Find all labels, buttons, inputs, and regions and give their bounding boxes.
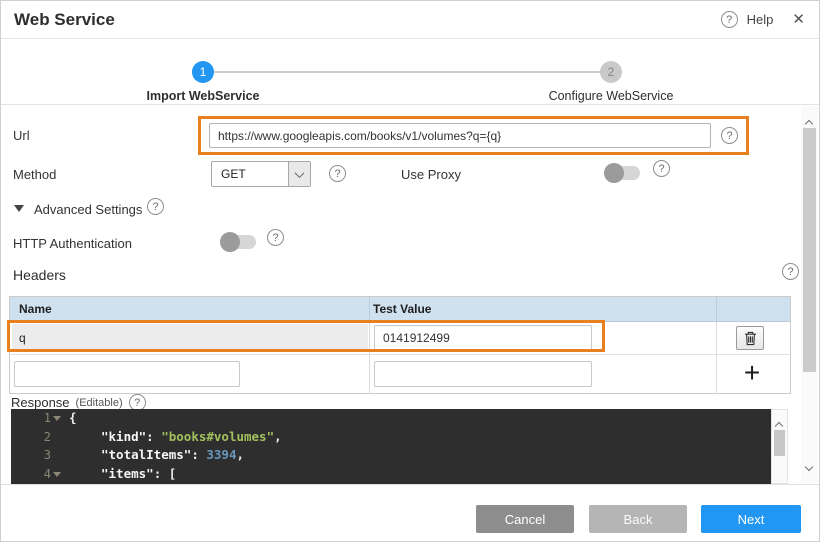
step-1-circle: 1 (192, 61, 214, 83)
http-auth-toggle[interactable] (220, 232, 256, 252)
dialog-content: Url Method GET Use Proxy Advanced Settin… (1, 105, 819, 484)
headers-help-icon[interactable] (782, 263, 799, 280)
scroll-up-icon[interactable] (805, 120, 813, 128)
step-2-circle: 2 (600, 61, 622, 83)
add-header-button[interactable] (738, 357, 766, 389)
table-header-row: Name Test Value (10, 297, 790, 322)
scroll-up-icon[interactable] (775, 422, 783, 430)
column-header-name: Name (19, 302, 52, 316)
editor-scrollbar[interactable] (771, 409, 788, 484)
step-2-label: Configure WebService (511, 89, 711, 103)
column-header-test-value: Test Value (373, 302, 431, 316)
next-button[interactable]: Next (701, 505, 801, 533)
new-header-name-input[interactable] (14, 361, 240, 387)
response-code-editor[interactable]: 1 { 2 "kind": "books#volumes", 3 "totalI… (11, 409, 771, 484)
web-service-dialog: Web Service Help 1 Import WebService 2 C… (0, 0, 820, 542)
code-line: 2 "kind": "books#volumes", (11, 428, 771, 447)
step-configure-webservice[interactable]: 2 Configure WebService (511, 61, 711, 103)
editor-scrollbar-thumb[interactable] (774, 430, 785, 456)
header-name-value[interactable]: q (12, 324, 368, 352)
url-highlight-box (198, 116, 749, 155)
method-select[interactable]: GET (211, 161, 311, 187)
url-input[interactable] (209, 123, 711, 148)
advanced-settings-label[interactable]: Advanced Settings (34, 202, 142, 217)
method-help-icon[interactable] (329, 165, 346, 182)
advanced-settings-help-icon[interactable] (147, 198, 164, 215)
help-link[interactable]: Help (747, 12, 774, 27)
new-header-test-value-input[interactable] (374, 361, 592, 387)
headers-table: Name Test Value q (9, 296, 791, 394)
response-editable-badge: (Editable) (76, 397, 123, 409)
dialog-footer: Cancel Back Next (1, 484, 819, 542)
new-header-row (10, 355, 790, 394)
dialog-scrollbar[interactable] (801, 106, 818, 483)
scroll-down-icon[interactable] (805, 463, 813, 471)
step-import-webservice[interactable]: 1 Import WebService (103, 61, 303, 103)
help-icon[interactable] (721, 11, 738, 28)
title-bar: Web Service Help (1, 1, 819, 39)
cancel-button[interactable]: Cancel (476, 505, 574, 533)
back-button[interactable]: Back (589, 505, 687, 533)
use-proxy-help-icon[interactable] (653, 160, 670, 177)
code-line: 4 "items": [ (11, 465, 771, 484)
use-proxy-label: Use Proxy (401, 167, 461, 182)
headers-section-title: Headers (13, 267, 66, 283)
step-1-label: Import WebService (103, 89, 303, 103)
collapse-arrow-icon[interactable] (14, 205, 24, 212)
http-auth-label: HTTP Authentication (13, 236, 132, 251)
code-line: 3 "totalItems": 3394, (11, 446, 771, 465)
header-row-q: q (10, 322, 790, 355)
chevron-down-icon (288, 162, 310, 186)
url-help-icon[interactable] (721, 127, 738, 144)
close-icon[interactable] (792, 12, 805, 27)
fold-arrow-icon[interactable] (53, 416, 61, 421)
url-label: Url (13, 128, 30, 143)
delete-header-button[interactable] (736, 326, 764, 350)
use-proxy-toggle[interactable] (604, 163, 640, 183)
http-auth-help-icon[interactable] (267, 229, 284, 246)
trash-icon (744, 331, 757, 346)
toggle-knob (220, 232, 240, 252)
stepper: 1 Import WebService 2 Configure WebServi… (1, 39, 819, 105)
toggle-knob (604, 163, 624, 183)
code-line: 1 { (11, 409, 771, 428)
header-test-value-input[interactable] (374, 325, 592, 351)
method-label: Method (13, 167, 56, 182)
dialog-scrollbar-thumb[interactable] (803, 128, 816, 372)
method-selected-value: GET (212, 167, 288, 181)
dialog-title: Web Service (14, 10, 115, 30)
response-label: Response (11, 395, 70, 410)
fold-arrow-icon[interactable] (53, 472, 61, 477)
